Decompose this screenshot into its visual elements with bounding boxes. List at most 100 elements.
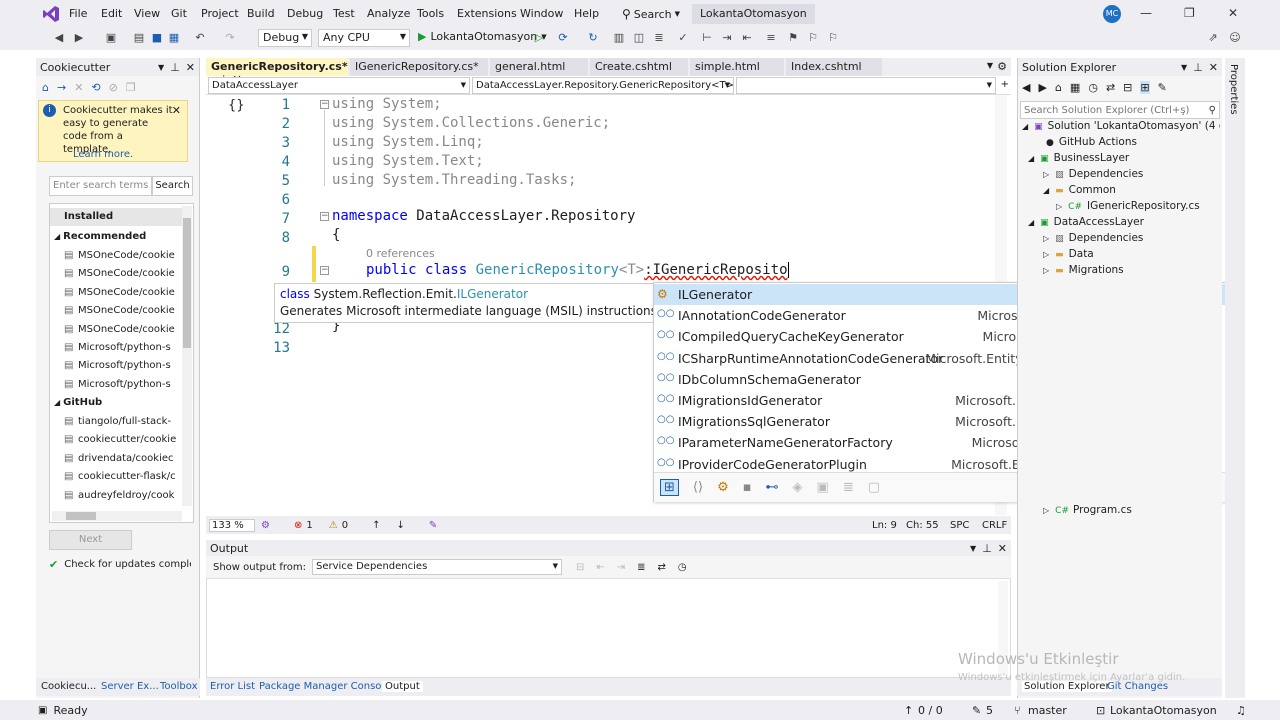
menu-debug[interactable]: Debug (287, 7, 323, 20)
solution-item[interactable]: ◢ ▣ DataAccessLayer (1028, 216, 1220, 232)
class-nav-select[interactable]: DataAccessLayer.Repository.GenericReposi… (472, 77, 734, 94)
module-filter-icon[interactable]: ▣ (817, 480, 829, 495)
menu-window[interactable]: Window (520, 7, 563, 20)
notification-icon[interactable]: ♫ (1236, 704, 1246, 717)
output-text-area[interactable] (206, 578, 1011, 678)
pending-changes-icon[interactable]: ◷ (1088, 81, 1098, 94)
solution-item[interactable]: ▷ ▬ Migrations (1043, 264, 1220, 280)
line-indicator[interactable]: Ln: 9 (872, 520, 897, 531)
tree-hscrollbar[interactable] (52, 511, 182, 521)
tab-error-list[interactable]: Error List (210, 681, 255, 692)
start-without-debugging-icon[interactable]: ▷ (532, 31, 546, 45)
tree-item[interactable]: ▤ MSOneCode/cookie (50, 284, 180, 302)
refresh-icon[interactable]: ↻ (586, 31, 600, 45)
visual-studio-logo-icon[interactable] (42, 5, 60, 23)
home-icon[interactable]: ⌂ (1055, 81, 1062, 94)
menu-test[interactable]: Test (333, 7, 355, 20)
tab-overflow-icon[interactable]: ▼ (987, 61, 993, 70)
tree-item[interactable]: ▤ cookiecutter-flask/c (50, 468, 180, 486)
prev-message-icon[interactable]: ⇤ (596, 562, 604, 573)
close-icon[interactable]: ✕ (186, 61, 195, 74)
struct-filter-icon[interactable]: ▪ (743, 480, 752, 495)
tree-section-github[interactable]: ◢ GitHub (50, 394, 180, 412)
prev-bookmark-icon[interactable]: ⚐ (826, 31, 840, 45)
cookiecutter-search-input[interactable]: Enter search terms or t (49, 176, 152, 196)
align-icon[interactable]: ⊢ (700, 31, 714, 45)
breakpoint-icon[interactable]: ◫ (632, 31, 646, 45)
whitespace-indicator[interactable]: SPC (950, 520, 969, 531)
interface-filter-icon[interactable]: ⊷ (766, 480, 779, 495)
tab-package-manager-console[interactable]: Package Manager Console (259, 681, 390, 692)
error-icon[interactable]: ⊗ (294, 520, 302, 531)
error-count[interactable]: 1 (306, 520, 312, 531)
pencil-icon[interactable]: ✎ (972, 704, 981, 717)
minimize-icon[interactable]: — (1140, 6, 1152, 20)
tab-create-cshtml[interactable]: Create.cshtml (590, 58, 688, 76)
sync-icon[interactable]: ⇄ (1106, 81, 1115, 94)
warning-icon[interactable]: ⚠ (329, 520, 338, 531)
outdent-icon[interactable]: ⇤ (740, 31, 754, 45)
menu-view[interactable]: View (134, 7, 160, 20)
menu-extensions[interactable]: Extensions (457, 7, 517, 20)
menu-file[interactable]: File (69, 7, 87, 20)
solution-item[interactable]: ◢▣Solution 'LokantaOtomasyon' (4 of 4 pr (1022, 120, 1220, 136)
pin-icon[interactable]: ⊥ (170, 61, 180, 74)
next-bookmark-icon[interactable]: ⚐ (806, 31, 820, 45)
snippet-filter-icon[interactable]: ▢ (868, 480, 880, 495)
solution-item[interactable]: ▷ C# IGenericRepository.cs (1056, 200, 1220, 216)
delete-icon[interactable]: ⊘ (109, 81, 118, 94)
undo-icon[interactable]: ↶ (193, 31, 207, 45)
switch-views-icon[interactable]: ▦ (1070, 81, 1080, 94)
live-share-icon[interactable]: ⇗ (1206, 31, 1220, 45)
learn-more-link[interactable]: Learn more. (73, 149, 133, 160)
menu-help[interactable]: Help (574, 7, 599, 20)
solution-item[interactable]: ▷ ▨ Dependencies (1043, 168, 1220, 184)
configuration-select[interactable]: Debug ▼ (258, 29, 312, 47)
zoom-select[interactable]: 133 % (209, 518, 255, 532)
clear-all-icon[interactable]: ≣ (637, 562, 645, 573)
feedback-icon[interactable]: ☺ (1228, 31, 1242, 45)
menu-project[interactable]: Project (201, 7, 239, 20)
tree-item[interactable]: ▤ Microsoft/python-s (50, 376, 180, 394)
new-item-icon[interactable]: ▣ (104, 31, 118, 45)
tree-item[interactable]: ▤ Microsoft/python-s (50, 357, 180, 375)
solution-item[interactable]: ▷ ▬ Data (1043, 248, 1220, 264)
save-all-icon[interactable]: ▦ (167, 31, 181, 45)
tab-output[interactable]: Output (382, 681, 423, 692)
properties-side-tab[interactable]: Properties (1225, 58, 1245, 698)
avatar[interactable]: MC (1103, 5, 1121, 23)
split-icon[interactable]: + (1001, 79, 1009, 90)
refresh-icon[interactable]: ⟲ (91, 81, 100, 94)
next-button[interactable]: Next (49, 530, 132, 550)
tree-scrollbar[interactable] (182, 206, 192, 506)
comment-icon[interactable]: ≡ (764, 31, 778, 45)
pending-edits-count[interactable]: 5 (986, 704, 993, 717)
timestamp-icon[interactable]: ◷ (678, 562, 687, 573)
tree-section-recommended[interactable]: ◢ Recommended (50, 228, 180, 246)
dropdown-icon[interactable]: ▼ (1181, 63, 1187, 72)
tree-item[interactable]: ▤ MSOneCode/cookie (50, 247, 180, 265)
back-icon[interactable]: ◀ (1022, 81, 1030, 94)
solution-item-program[interactable]: ▷ C# Program.cs (1043, 504, 1132, 520)
menu-edit[interactable]: Edit (101, 7, 122, 20)
forward-icon[interactable]: → (57, 81, 66, 94)
bookmark-icon[interactable]: ⚑ (786, 31, 800, 45)
repo-icon[interactable]: ⊡ (1096, 704, 1105, 717)
tab-generic-repository[interactable]: GenericRepository.cs* ⊥ ✕ (206, 58, 348, 86)
solution-item[interactable]: ◢ ▣ BusinessLayer (1028, 152, 1220, 168)
tab-index-cshtml[interactable]: Index.cshtml (786, 58, 882, 76)
show-all-files-icon[interactable]: ⊞ (1140, 80, 1150, 94)
column-indicator[interactable]: Ch: 55 (906, 520, 939, 531)
warning-count[interactable]: 0 (342, 520, 348, 531)
solution-item[interactable]: ◢ ▬ Common (1043, 184, 1220, 200)
project-nav-select[interactable]: DataAccessLayer ▼ (208, 77, 470, 94)
source-changes-count[interactable]: 0 / 0 (918, 704, 943, 717)
branch-icon[interactable]: ⑂ (1014, 704, 1021, 717)
layout-icon[interactable]: ▥ (612, 31, 626, 45)
tree-item[interactable]: ▤ tiangolo/full-stack- (50, 413, 180, 431)
home-icon[interactable]: ⌂ (42, 81, 49, 94)
output-source-select[interactable]: Service Dependencies ▼ (311, 559, 562, 575)
arrow-up-icon[interactable]: ↑ (904, 704, 913, 717)
brush-icon[interactable]: ✎ (429, 520, 437, 531)
enum-filter-icon[interactable]: ≣ (843, 480, 854, 495)
